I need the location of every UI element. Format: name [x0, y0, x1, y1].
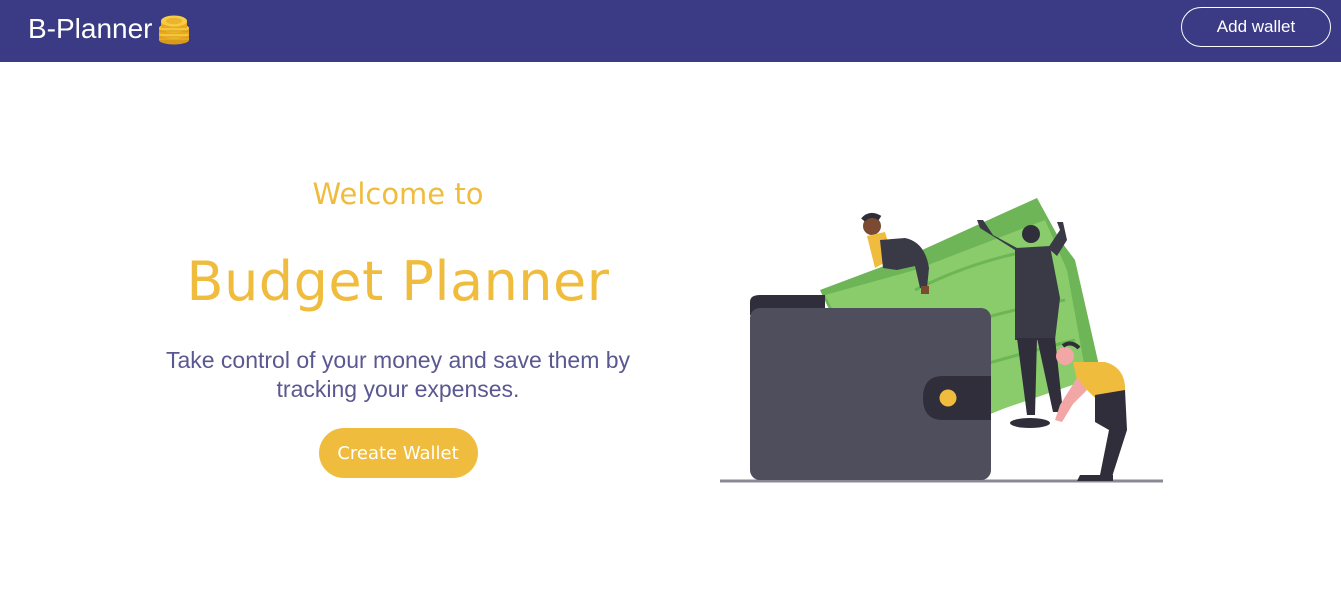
page-title: Budget Planner	[186, 250, 610, 313]
wallet-illustration	[715, 190, 1175, 490]
tagline-text: Take control of your money and save them…	[165, 347, 631, 402]
add-wallet-button[interactable]: Add wallet	[1181, 7, 1331, 47]
hero-section: Welcome to Budget Planner Take control o…	[118, 170, 678, 478]
brand-name: B-Planner	[28, 13, 153, 44]
welcome-text: Welcome to	[312, 177, 484, 211]
brand-link[interactable]: B-Planner	[28, 12, 192, 46]
navbar: B-Planner Add wallet	[0, 0, 1341, 62]
coin-stack-icon	[156, 13, 192, 45]
create-wallet-button[interactable]: Create Wallet	[318, 428, 478, 478]
